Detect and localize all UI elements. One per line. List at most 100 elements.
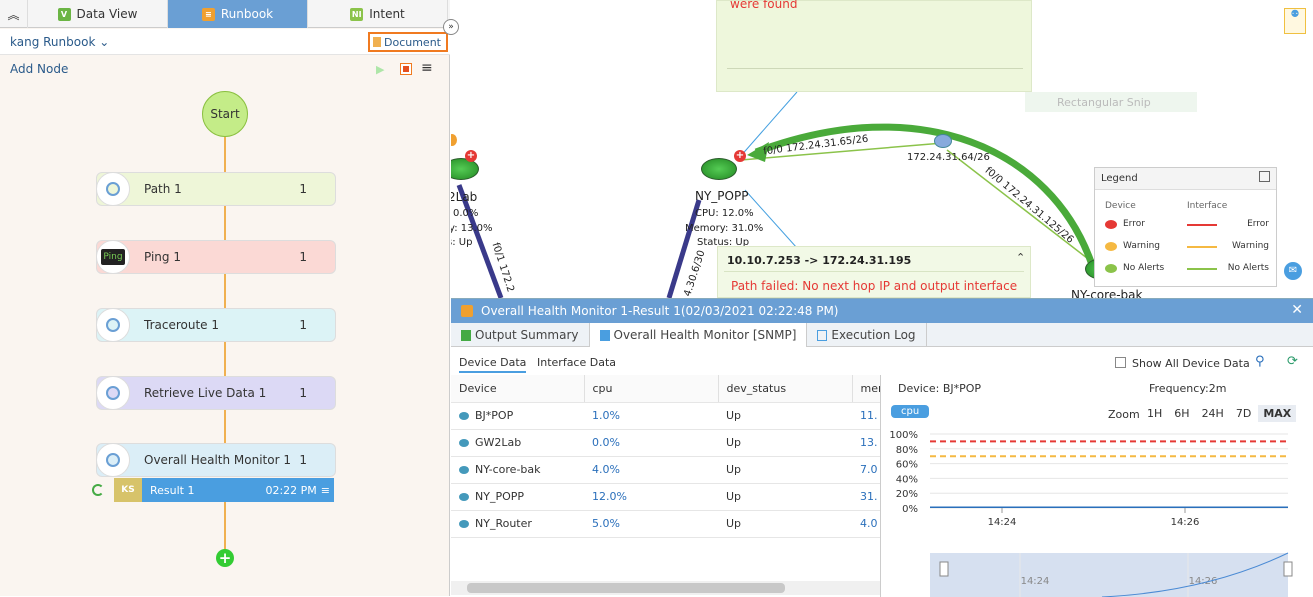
runbook-name[interactable]: kang Runbook ⌄ [10, 35, 109, 49]
close-icon[interactable]: ✕ [1291, 302, 1303, 318]
zoom-1h[interactable]: 1H [1142, 405, 1167, 422]
add-node-link[interactable]: Add Node [10, 62, 68, 76]
runbook-node[interactable]: Path 1 1 [96, 172, 336, 206]
table-row[interactable]: NY-core-bak 4.0% Up 7.0 [451, 456, 880, 484]
runbook-node[interactable]: Overall Health Monitor 1 1 [96, 443, 336, 477]
tab-health-monitor[interactable]: Overall Health Monitor [SNMP] [589, 323, 808, 347]
column-header-memory[interactable]: mer [852, 375, 880, 403]
legend-device-header: Device [1105, 201, 1136, 211]
x-tick-label: 14:26 [1171, 517, 1200, 528]
cpu-cell: 1.0% [584, 402, 718, 430]
users-alert-icon[interactable]: ⚉ [1284, 8, 1306, 34]
menu-icon[interactable]: ≡ [421, 60, 433, 76]
switch-icon[interactable] [934, 134, 952, 148]
runbook-node-label: Traceroute 1 [144, 318, 219, 332]
table-row[interactable]: NY_POPP 12.0% Up 31. [451, 483, 880, 511]
collapse-icon[interactable]: ⌃ [1016, 251, 1025, 264]
result-bar[interactable]: KS Result 1 02:22 PM ≡ [114, 478, 334, 502]
runbook-node[interactable]: Ping Ping 1 1 [96, 240, 336, 274]
expand-panel-icon[interactable]: » [443, 19, 459, 35]
subtab-device-data[interactable]: Device Data [459, 356, 527, 373]
legend-interface-line [1187, 246, 1217, 248]
traceroute-icon [96, 308, 130, 342]
result-menu-icon[interactable]: ≡ [321, 484, 330, 497]
info-note: were found [716, 0, 1032, 92]
runbook-header: kang Runbook ⌄ Document [0, 29, 450, 55]
device-memory: y: 13.0% [451, 223, 493, 234]
tab-runbook[interactable]: ≡ Runbook [168, 0, 308, 28]
horizontal-scrollbar[interactable] [451, 581, 880, 595]
tab-execution-log[interactable]: Execution Log [807, 323, 927, 347]
legend-interface-line [1187, 268, 1217, 270]
add-node-plus-icon[interactable]: + [216, 549, 234, 567]
tab-intent[interactable]: NI Intent [308, 0, 448, 28]
memory-cell: 31. [852, 483, 880, 511]
subtab-interface-data[interactable]: Interface Data [537, 356, 616, 369]
memory-cell: 4.0 [852, 510, 880, 538]
tab-data-view[interactable]: V Data View [28, 0, 168, 28]
memory-cell: 13. [852, 429, 880, 457]
legend-device-icon [1105, 242, 1117, 251]
tab-data-view-label: Data View [76, 7, 138, 21]
zoom-24h[interactable]: 24H [1197, 405, 1229, 422]
data-view-icon: V [57, 7, 71, 21]
device-name: BJ*POP [475, 409, 514, 422]
stop-icon[interactable] [400, 63, 412, 75]
refresh-data-icon[interactable]: ⟳ [1287, 354, 1298, 369]
connector [224, 272, 226, 310]
chart-device-label: Device: BJ*POP [898, 382, 982, 395]
play-icon[interactable]: ▶ [376, 63, 384, 76]
divider [727, 68, 1023, 69]
column-header-status[interactable]: dev_status [718, 375, 853, 403]
table-row[interactable]: NY_Router 5.0% Up 4.0 [451, 510, 880, 538]
device-cell: BJ*POP [451, 402, 584, 430]
runbook-node-label: Path 1 [144, 182, 182, 196]
status-cell: Up [718, 456, 852, 484]
device-cell: NY-core-bak [451, 456, 584, 484]
runbook-node-count: 1 [299, 453, 307, 467]
document-button[interactable]: Document [368, 32, 448, 52]
column-header-cpu[interactable]: cpu [584, 375, 719, 403]
navigator-window [930, 553, 1288, 597]
runbook-node[interactable]: Traceroute 1 1 [96, 308, 336, 342]
y-tick-label: 20% [896, 489, 918, 500]
collapse-up-icon[interactable]: ︽ [0, 0, 28, 28]
network-map[interactable]: were found Rectangular Snip + 2Lab 0.0% … [451, 0, 1313, 298]
start-node[interactable]: Start [202, 91, 248, 137]
ping-icon: Ping [96, 240, 130, 274]
table-row[interactable]: BJ*POP 1.0% Up 11. [451, 402, 880, 430]
log-icon [817, 329, 828, 341]
y-tick-label: 80% [896, 445, 918, 456]
column-header-device[interactable]: Device [451, 375, 585, 403]
legend-minimize-icon[interactable] [1259, 171, 1270, 182]
device-status: s: Up [451, 237, 473, 248]
navigator-tick-label: 14:24 [1021, 576, 1050, 587]
table-row[interactable]: GW2Lab 0.0% Up 13. [451, 429, 880, 457]
runbook-node-label: Ping 1 [144, 250, 181, 264]
connector [224, 205, 226, 243]
chart-frequency-label: Frequency:2m [1149, 382, 1227, 395]
scrollbar-thumb[interactable] [467, 583, 785, 593]
path-popup: 10.10.7.253 -> 172.24.31.195 ⌃ Path fail… [717, 246, 1031, 298]
router-icon[interactable] [701, 158, 737, 180]
tab-health-monitor-label: Overall Health Monitor [SNMP] [613, 328, 797, 342]
runbook-icon: ≡ [201, 7, 215, 21]
error-badge-icon: + [734, 150, 746, 162]
refresh-icon[interactable] [92, 484, 104, 496]
zoom-max[interactable]: MAX [1258, 405, 1297, 422]
cpu-chart[interactable]: 100%80%60%40%20%0%14:24 14:2614:24 14:26 [882, 425, 1313, 597]
show-all-label: Show All Device Data [1132, 357, 1250, 370]
connector [224, 340, 226, 378]
chart-panel: Device: BJ*POP Frequency:2m cpu Zoom 1H 6… [882, 375, 1313, 597]
legend: Legend Device Interface Error Error Warnin… [1094, 167, 1277, 287]
zoom-6h[interactable]: 6H [1169, 405, 1194, 422]
search-icon[interactable]: ⚲ [1255, 354, 1265, 369]
cpu-cell: 12.0% [584, 483, 718, 511]
show-all-checkbox[interactable] [1115, 357, 1126, 368]
path-popup-title: 10.10.7.253 -> 172.24.31.195 [727, 254, 912, 267]
zoom-7d[interactable]: 7D [1231, 405, 1256, 422]
runbook-node[interactable]: Retrieve Live Data 1 1 [96, 376, 336, 410]
device-name: NY-core-bak [475, 463, 541, 476]
mail-icon[interactable]: ✉ [1284, 262, 1302, 280]
tab-output-summary[interactable]: Output Summary [451, 323, 590, 347]
